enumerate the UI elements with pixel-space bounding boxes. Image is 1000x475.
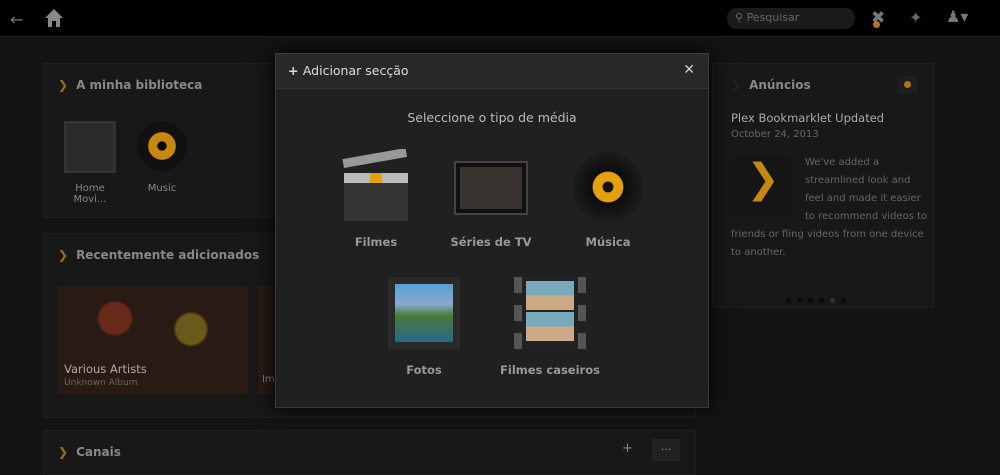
add-channel-button[interactable]: + <box>622 441 633 456</box>
media-type-movies[interactable]: Filmes <box>321 148 431 259</box>
vinyl-icon <box>137 121 187 171</box>
settings-tools-icon[interactable]: ✖ <box>871 8 885 28</box>
film-strip-icon <box>514 277 586 349</box>
tv-icon <box>454 161 528 215</box>
library-item-music[interactable]: Music <box>132 121 192 194</box>
chevron-icon: ❯ <box>58 445 69 459</box>
back-arrow-icon[interactable]: ← <box>10 10 23 29</box>
chevron-icon: ❯ <box>731 78 742 92</box>
top-bar: ← ⚲ Pesquisar ✖ ✦ ♟▾ <box>0 0 1000 37</box>
chevron-icon: ❯ <box>58 78 69 92</box>
plus-icon: + <box>288 63 303 78</box>
channels-panel: ❯ Canais + ··· <box>43 430 696 475</box>
post-title[interactable]: Plex Bookmarklet Updated <box>731 111 884 125</box>
media-type-music[interactable]: Música <box>553 149 663 259</box>
photo-icon <box>388 277 460 349</box>
carousel-dots[interactable] <box>783 288 849 307</box>
media-type-home-videos[interactable]: Filmes caseiros <box>495 277 605 387</box>
announcements-indicator[interactable] <box>897 76 917 94</box>
activity-icon[interactable]: ✦ <box>909 8 922 27</box>
media-type-tv[interactable]: Séries de TV <box>436 149 546 259</box>
media-type-photos[interactable]: Fotos <box>369 277 479 387</box>
chevron-icon: ❯ <box>58 248 69 262</box>
vinyl-icon <box>573 152 643 222</box>
search-input[interactable]: ⚲ Pesquisar <box>727 8 855 29</box>
user-menu-icon[interactable]: ♟▾ <box>946 7 968 26</box>
search-icon: ⚲ <box>735 11 747 24</box>
close-icon[interactable]: ✕ <box>683 62 695 78</box>
clapperboard-icon <box>342 148 408 221</box>
recent-item[interactable]: Various Artists Unknown Album <box>58 286 248 394</box>
announcements-panel: ❯ Anúncios Plex Bookmarklet Updated Octob… <box>712 63 934 308</box>
channels-more-button[interactable]: ··· <box>652 439 680 461</box>
library-item-home-movies[interactable]: Home Movi... <box>58 121 122 205</box>
home-icon[interactable] <box>44 8 64 28</box>
film-strip-icon <box>64 121 116 173</box>
add-section-dialog: + Adicionar secção ✕ Seleccione o tipo d… <box>275 53 709 408</box>
